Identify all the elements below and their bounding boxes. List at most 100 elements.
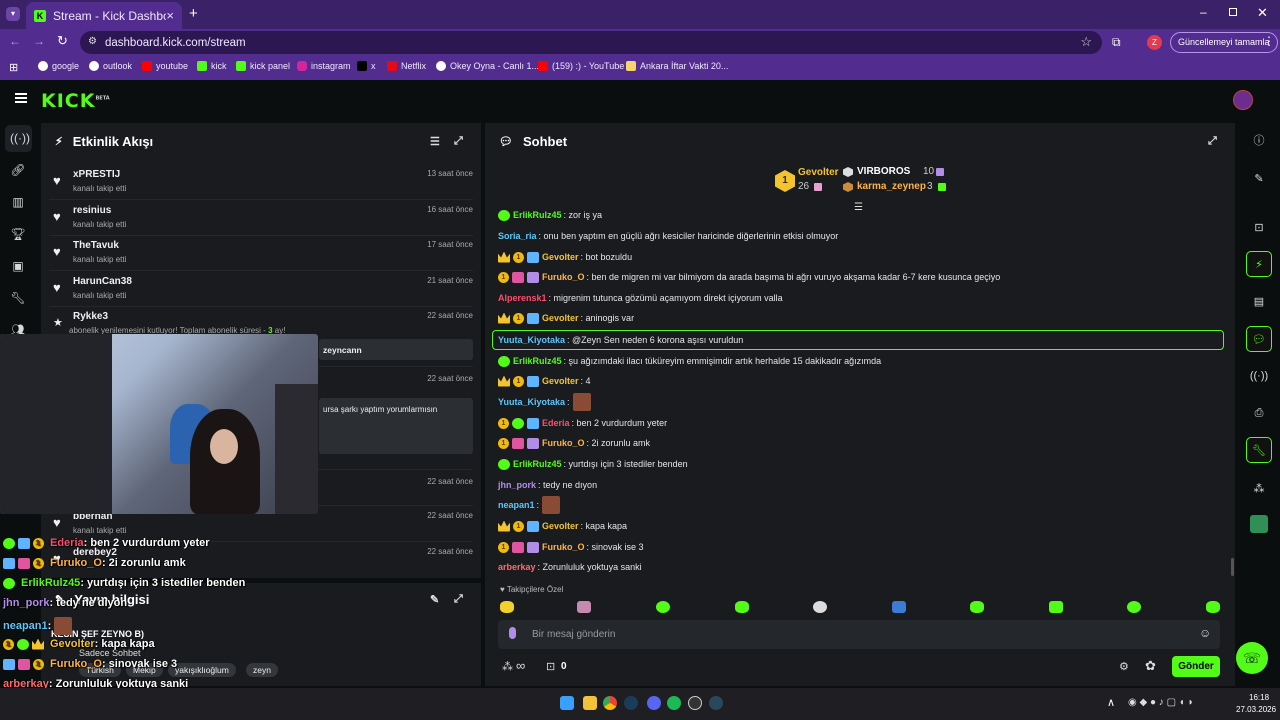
gift-box-icon[interactable]: ⊡: [546, 660, 555, 673]
bookmark-google[interactable]: google: [38, 61, 79, 71]
emote-icon[interactable]: [500, 601, 514, 613]
emote-icon[interactable]: [1127, 601, 1141, 613]
emote-icon[interactable]: [735, 601, 749, 613]
chat-message: ErlikRulz45: şu ağızımdaki ilacı tükürey…: [498, 353, 881, 369]
emote-icon[interactable]: [970, 601, 984, 613]
share-icon[interactable]: ⁂: [1246, 475, 1272, 501]
rank-hexagon-icon: 1: [775, 170, 795, 192]
bookmark-x[interactable]: x: [357, 61, 376, 71]
trophy-icon[interactable]: 🏆︎: [10, 226, 26, 242]
wrench-icon[interactable]: 🔧︎: [10, 290, 26, 306]
bookmark-outlook[interactable]: outlook: [89, 61, 132, 71]
forward-icon[interactable]: →: [33, 34, 45, 48]
start-icon[interactable]: [560, 696, 574, 710]
tab-close-icon[interactable]: ×: [166, 8, 174, 23]
minimize-button[interactable]: –: [1200, 5, 1207, 19]
capture-icon[interactable]: ⊡: [1246, 214, 1272, 240]
wrench-tool-icon[interactable]: 🔧︎: [1246, 437, 1272, 463]
popout-icon[interactable]: ⤢: [1208, 135, 1217, 148]
chat-tool-icon[interactable]: 💬︎: [1246, 326, 1272, 352]
bookmark-kick[interactable]: kick: [197, 61, 227, 71]
print-icon[interactable]: ⎙: [1246, 400, 1272, 426]
obs-icon[interactable]: [688, 696, 702, 710]
steam-2-icon[interactable]: [709, 696, 723, 710]
star-icon: ★: [53, 317, 63, 329]
app-tile-icon[interactable]: [1246, 511, 1272, 537]
x-icon: [357, 61, 367, 71]
coin-badge-icon: 1: [513, 312, 524, 324]
bookmark-netflix[interactable]: Netflix: [387, 61, 426, 71]
gift-icon: [936, 168, 944, 176]
steam-icon[interactable]: [624, 696, 638, 710]
chat-scrollbar[interactable]: [1231, 558, 1234, 576]
popout-icon[interactable]: ⤢: [454, 593, 463, 606]
tab-kick-dashboard[interactable]: K Stream - Kick Dashboard ×: [26, 2, 182, 29]
analytics-icon[interactable]: ▥: [10, 194, 26, 210]
chat-bot-icon[interactable]: ✿: [1145, 658, 1156, 674]
edit-icon[interactable]: ✎: [430, 593, 439, 606]
emote-icon[interactable]: [577, 601, 591, 613]
hamburger-menu-icon[interactable]: [15, 93, 27, 103]
new-tab-button[interactable]: +: [189, 5, 198, 22]
lightning-tool-icon[interactable]: ⚡︎: [1246, 251, 1272, 277]
mic-icon[interactable]: [509, 627, 516, 639]
file-explorer-icon[interactable]: [583, 696, 597, 710]
broadcast-tool-icon[interactable]: ((·)): [1246, 363, 1272, 389]
youtube-icon: [538, 61, 548, 71]
reload-icon[interactable]: ↻: [57, 33, 68, 49]
broadcast-icon[interactable]: ((·)): [10, 130, 30, 146]
notes-icon[interactable]: ▤: [1246, 288, 1272, 314]
beta-badge: BETA: [95, 95, 110, 102]
site-info-icon[interactable]: ⚙: [88, 36, 97, 47]
bookmark-star-icon[interactable]: ☆: [1080, 34, 1092, 50]
tab-title: Stream - Kick Dashboard: [53, 8, 167, 23]
expand-leaderboard-icon[interactable]: ☰: [854, 202, 863, 213]
bookmark-iftar[interactable]: Ankara İftar Vakti 20...: [626, 61, 728, 71]
emote-icon[interactable]: [1049, 601, 1063, 613]
outlook-icon: [89, 61, 99, 71]
bookmark-kick-panel[interactable]: kick panel: [236, 61, 290, 71]
chat-input[interactable]: Bir mesaj gönderin ☺: [498, 620, 1220, 649]
close-window-button[interactable]: ✕: [1257, 5, 1268, 21]
clock-date: 27.03.2026: [1236, 705, 1277, 714]
bookmark-youtube[interactable]: youtube: [142, 61, 188, 71]
video-icon[interactable]: ▣: [10, 258, 26, 274]
address-bar[interactable]: ⚙ dashboard.kick.com/stream ☆: [80, 31, 1102, 54]
info-icon[interactable]: ⓘ: [1246, 127, 1272, 153]
chat-message: 1 Gevolter: 4: [498, 373, 591, 389]
gift-badge-icon: [527, 271, 539, 283]
send-button[interactable]: Gönder: [1172, 656, 1220, 677]
chrome-icon[interactable]: [603, 696, 617, 710]
back-icon[interactable]: ←: [9, 34, 21, 48]
edit-pencil-icon[interactable]: ✎: [1246, 165, 1272, 191]
link-icon[interactable]: 🔗︎: [10, 162, 26, 178]
discord-icon[interactable]: [647, 696, 661, 710]
extensions-icon[interactable]: ⧉: [1112, 35, 1121, 50]
bookmark-okey[interactable]: Okey Oyna - Canlı 1...: [436, 61, 539, 71]
emote-icon[interactable]: [813, 601, 827, 613]
tv-badge-icon: [3, 658, 15, 670]
chat-settings-icon[interactable]: ⚙: [1119, 660, 1129, 673]
popout-icon[interactable]: ⤢: [454, 135, 463, 148]
filter-icon[interactable]: ☰: [430, 135, 440, 148]
emote-icon[interactable]: [656, 601, 670, 613]
tv-badge-icon: [527, 417, 539, 429]
browser-menu-icon[interactable]: ⋮: [1263, 34, 1275, 48]
bookmark-instagram[interactable]: instagram: [297, 61, 351, 71]
kick-logo[interactable]: KICKBETA: [41, 90, 110, 112]
bookmark-youtube-2[interactable]: (159) :) - YouTube: [538, 61, 624, 71]
webcam-right-dark: [275, 384, 318, 514]
tray-chevron-icon[interactable]: ∧: [1107, 696, 1115, 709]
profile-avatar[interactable]: Z: [1147, 35, 1162, 50]
emoji-icon[interactable]: ☺: [1199, 626, 1211, 640]
spotify-icon[interactable]: [667, 696, 681, 710]
emote-icon: [572, 393, 591, 411]
restore-button[interactable]: [1229, 8, 1237, 16]
tab-search-icon[interactable]: ▾: [6, 7, 20, 21]
emote-icon[interactable]: [892, 601, 906, 613]
user-avatar[interactable]: [1233, 90, 1253, 110]
update-button[interactable]: Güncellemeyi tamamla: [1170, 32, 1278, 53]
coin-badge-icon: 1: [498, 437, 509, 449]
apps-grid-icon[interactable]: ⊞: [9, 61, 18, 74]
emote-icon[interactable]: [1206, 601, 1220, 613]
